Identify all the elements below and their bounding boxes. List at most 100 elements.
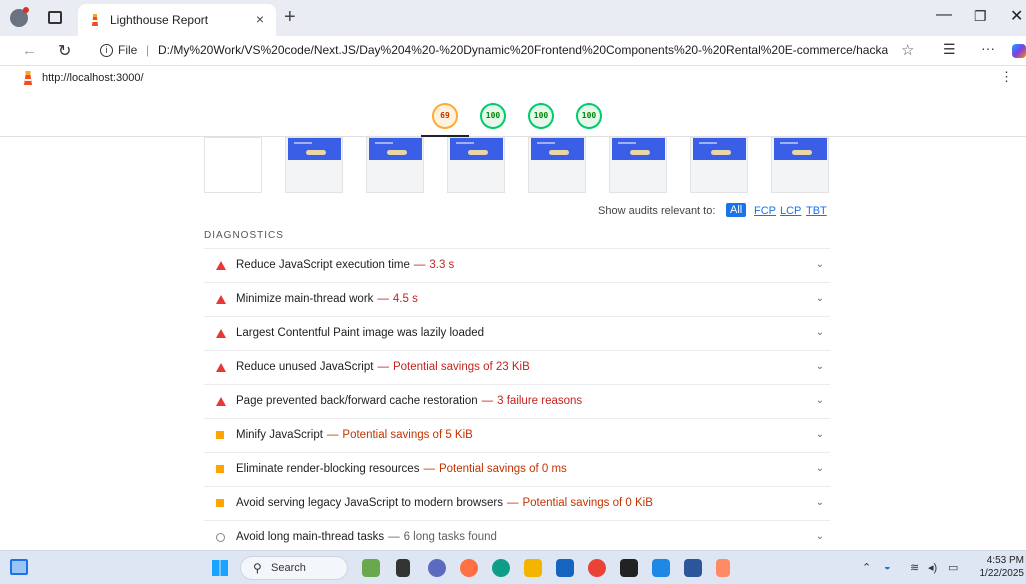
lighthouse-logo-icon bbox=[24, 71, 32, 85]
audit-row[interactable]: Reduce unused JavaScript — Potential savin… bbox=[204, 350, 830, 384]
filter-fcp-link[interactable]: FCP bbox=[754, 205, 776, 217]
browser-title-bar: Lighthouse Report × + — ❐ ✕ bbox=[0, 0, 1026, 36]
report-menu-icon[interactable]: ⋮ bbox=[1000, 69, 1013, 85]
audit-text: Reduce unused JavaScript — Potential savin… bbox=[236, 361, 530, 373]
audit-text: Minimize main-thread work —4.5 s bbox=[236, 293, 418, 305]
wifi-icon[interactable]: ≋ bbox=[910, 561, 919, 574]
filmstrip-frame bbox=[690, 137, 748, 193]
audit-row[interactable]: Reduce JavaScript execution time —3.3 s ⌄ bbox=[204, 248, 830, 282]
edge-browser-icon[interactable] bbox=[492, 559, 510, 577]
chevron-down-icon[interactable]: ⌄ bbox=[816, 429, 824, 440]
filmstrip-frame bbox=[771, 137, 829, 193]
scheme-separator: | bbox=[146, 43, 150, 57]
audit-separator: — bbox=[481, 395, 494, 407]
fail-triangle-icon bbox=[216, 397, 226, 406]
filmstrip-frame bbox=[366, 137, 424, 193]
gauge-accessibility[interactable]: 100 bbox=[480, 103, 506, 129]
chevron-down-icon[interactable]: ⌄ bbox=[816, 293, 824, 304]
audit-title: Eliminate render-blocking resources bbox=[236, 463, 420, 475]
mail-app-icon[interactable] bbox=[556, 559, 574, 577]
chevron-down-icon[interactable]: ⌄ bbox=[816, 361, 824, 372]
audit-row[interactable]: Minify JavaScript — Potential savings of 5… bbox=[204, 418, 830, 452]
chevron-down-icon[interactable]: ⌄ bbox=[816, 463, 824, 474]
new-tab-button[interactable]: + bbox=[284, 6, 296, 29]
lighthouse-page-url[interactable]: http://localhost:3000/ bbox=[42, 72, 144, 84]
audit-row[interactable]: Avoid serving legacy JavaScript to moder… bbox=[204, 486, 830, 520]
taskbar-date[interactable]: 1/22/2025 bbox=[970, 568, 1025, 579]
windows-taskbar: ⚲ Search ⌃ ◒ ≋ ◂) ▭ 4:53 PM 1/22/2025 bbox=[0, 550, 1026, 584]
filter-lcp-link[interactable]: LCP bbox=[780, 205, 801, 217]
vscode-app-icon[interactable] bbox=[652, 559, 670, 577]
start-button-icon[interactable] bbox=[212, 560, 228, 576]
lighthouse-favicon-icon bbox=[92, 14, 98, 26]
window-minimize-button[interactable]: — bbox=[936, 6, 952, 24]
fail-triangle-icon bbox=[216, 261, 226, 270]
copilot-icon[interactable] bbox=[1012, 44, 1026, 58]
window-maximize-button[interactable]: ❐ bbox=[974, 8, 987, 25]
audit-row[interactable]: Minimize main-thread work —4.5 s ⌄ bbox=[204, 282, 830, 316]
audit-title: Minimize main-thread work bbox=[236, 293, 374, 305]
average-square-icon bbox=[216, 465, 224, 473]
photos-app-icon[interactable] bbox=[362, 559, 380, 577]
average-square-icon bbox=[216, 431, 224, 439]
audit-display-value: Potential savings of 5 KiB bbox=[342, 429, 473, 441]
gauge-performance[interactable]: 69 bbox=[432, 103, 458, 129]
audit-separator: — bbox=[377, 361, 389, 373]
file-scheme-label: File bbox=[118, 43, 138, 57]
audit-separator: — bbox=[377, 293, 389, 305]
terminal-app-icon[interactable] bbox=[620, 559, 638, 577]
taskbar-search[interactable]: ⚲ Search bbox=[240, 556, 348, 580]
tray-app-icon[interactable]: ◒ bbox=[884, 561, 891, 573]
taskbar-time[interactable]: 4:53 PM bbox=[980, 555, 1024, 566]
audit-row[interactable]: Largest Contentful Paint image was lazil… bbox=[204, 316, 830, 350]
audit-separator: — bbox=[423, 463, 435, 475]
task-view-icon[interactable] bbox=[396, 559, 410, 577]
back-arrow-icon[interactable]: ← bbox=[22, 42, 37, 59]
audit-display-value: 4.5 s bbox=[392, 293, 418, 305]
chat-app-icon[interactable] bbox=[428, 559, 446, 577]
window-close-button[interactable]: ✕ bbox=[1010, 6, 1023, 26]
chevron-down-icon[interactable]: ⌄ bbox=[816, 531, 824, 542]
tray-chevron-up-icon[interactable]: ⌃ bbox=[862, 561, 871, 574]
battery-icon[interactable]: ▭ bbox=[948, 561, 958, 574]
audit-row[interactable]: Page prevented back/forward cache restor… bbox=[204, 384, 830, 418]
filter-tbt-link[interactable]: TBT bbox=[806, 205, 827, 217]
chevron-down-icon[interactable]: ⌄ bbox=[816, 327, 824, 338]
tab-close-icon[interactable]: × bbox=[256, 11, 264, 27]
audit-title: Avoid long main-thread tasks bbox=[236, 531, 385, 543]
chevron-down-icon[interactable]: ⌄ bbox=[816, 395, 824, 406]
info-circle-icon bbox=[216, 533, 225, 542]
filter-all-button[interactable]: All bbox=[726, 203, 747, 217]
color-app-icon[interactable] bbox=[460, 559, 478, 577]
audit-text: Avoid serving legacy JavaScript to moder… bbox=[236, 497, 653, 509]
audit-title: Reduce JavaScript execution time bbox=[236, 259, 410, 271]
audit-separator: — bbox=[326, 429, 339, 441]
favorites-list-icon[interactable]: ☰ bbox=[943, 41, 956, 58]
chrome-browser-icon[interactable] bbox=[588, 559, 606, 577]
browser-toolbar: ← ↻ i File | D:/My%20Work/VS%20code/Next… bbox=[0, 36, 1026, 66]
address-bar-url[interactable]: D:/My%20Work/VS%20code/Next.JS/Day%204%2… bbox=[158, 43, 888, 57]
site-info-icon[interactable]: i bbox=[100, 44, 113, 57]
audit-display-value: Potential savings of 0 ms bbox=[438, 463, 567, 475]
tab-lighthouse-report[interactable]: Lighthouse Report × bbox=[78, 4, 276, 36]
tab-actions-icon[interactable] bbox=[48, 11, 62, 24]
gauge-best-practices[interactable]: 100 bbox=[528, 103, 554, 129]
audit-display-value: 6 long tasks found bbox=[403, 531, 497, 543]
audit-title: Page prevented back/forward cache restor… bbox=[236, 395, 478, 407]
word-app-icon[interactable] bbox=[684, 559, 702, 577]
audit-title: Reduce unused JavaScript bbox=[236, 361, 374, 373]
reload-icon[interactable]: ↻ bbox=[58, 41, 71, 61]
audit-text: Reduce JavaScript execution time —3.3 s bbox=[236, 259, 454, 271]
gauge-seo[interactable]: 100 bbox=[576, 103, 602, 129]
audit-row[interactable]: Avoid long main-thread tasks —6 long task… bbox=[204, 520, 830, 554]
audit-row[interactable]: Eliminate render-blocking resources — Pote… bbox=[204, 452, 830, 486]
audit-title: Avoid serving legacy JavaScript to moder… bbox=[236, 497, 503, 509]
widgets-icon[interactable] bbox=[10, 559, 28, 575]
file-explorer-icon[interactable] bbox=[524, 559, 542, 577]
favorite-star-icon[interactable]: ☆ bbox=[901, 41, 914, 59]
chevron-down-icon[interactable]: ⌄ bbox=[816, 259, 824, 270]
more-options-icon[interactable]: ··· bbox=[981, 40, 995, 56]
chevron-down-icon[interactable]: ⌄ bbox=[816, 497, 824, 508]
volume-icon[interactable]: ◂) bbox=[928, 561, 937, 574]
snipping-tool-icon[interactable] bbox=[716, 559, 730, 577]
